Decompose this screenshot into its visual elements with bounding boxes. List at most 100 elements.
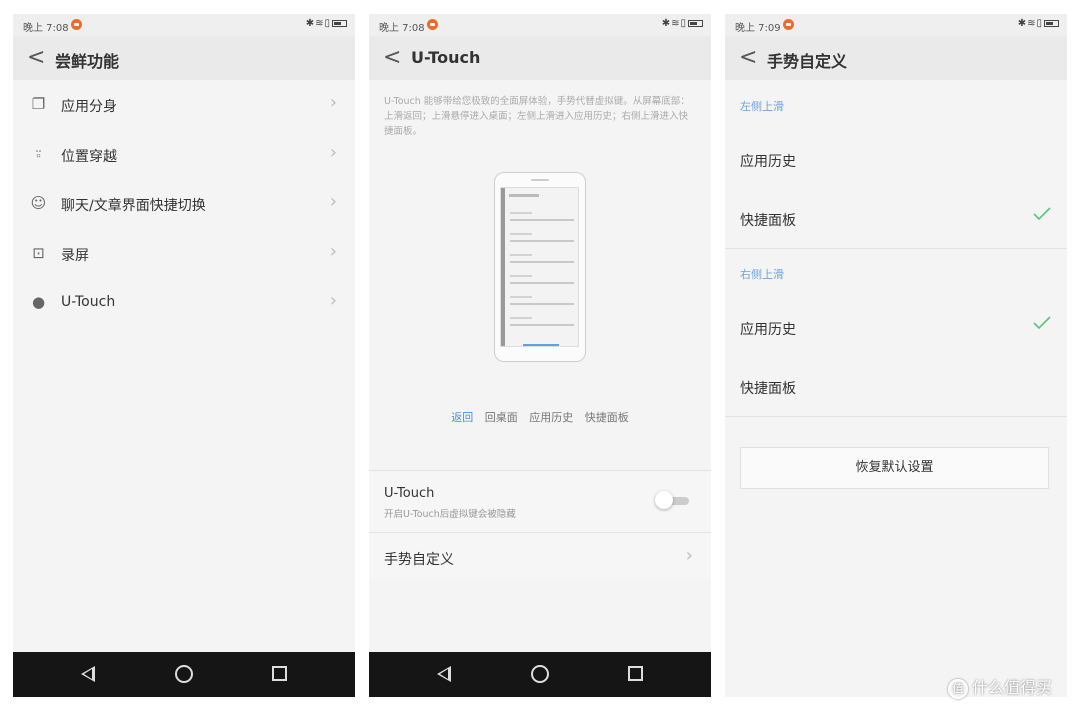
phone-screen	[500, 187, 579, 347]
menu-item-quick-switch[interactable]: ☺ 聊天/文章界面快捷切换 ›	[13, 179, 355, 229]
option-label: 应用历史	[740, 154, 796, 170]
status-time: 晚上 7:08	[23, 23, 69, 34]
chevron-right-icon: ›	[329, 191, 337, 212]
menu-item-label: 聊天/文章界面快捷切换	[61, 198, 206, 214]
phone-gesture-indicator	[523, 344, 559, 346]
phone-line	[510, 233, 532, 235]
screen-fresh-features: 晚上 7:08 ✱≋▯ < 尝鲜功能 ❐ 应用分身 › ⍤ 位置穿越 › ☺ 聊…	[13, 14, 355, 697]
menu-item-utouch[interactable]: ● U-Touch ›	[13, 278, 355, 328]
section-left-swipe: 左侧上滑	[740, 100, 784, 113]
chevron-right-icon: ›	[329, 240, 337, 262]
menu-item-label: 录屏	[61, 247, 89, 264]
utouch-description: U-Touch 能够带给您极致的全面屏体验，手势代替虚拟键。从屏幕底部：上滑返回…	[384, 96, 690, 137]
option-label: 应用历史	[740, 322, 796, 338]
bluetooth-icon: ✱	[305, 18, 316, 29]
chevron-right-icon: ›	[329, 290, 337, 311]
feature-list: ❐ 应用分身 › ⍤ 位置穿越 › ☺ 聊天/文章界面快捷切换 › ⊡ 录屏 ›…	[13, 80, 355, 328]
phone-line	[510, 212, 532, 214]
status-bar: 晚上 7:09 ✱≋▯	[725, 14, 1067, 36]
utouch-toggle-row[interactable]: U-Touch 开启U-Touch后虚拟键会被隐藏	[369, 470, 711, 532]
gesture-custom-label: 手势自定义	[384, 552, 454, 568]
chevron-right-icon: ›	[329, 92, 337, 113]
phone-line	[510, 219, 574, 221]
gesture-back[interactable]: 返回	[451, 411, 473, 424]
utouch-toggle-title: U-Touch	[384, 486, 435, 501]
utouch-toggle-switch[interactable]	[655, 491, 691, 509]
divider	[725, 248, 1067, 249]
phone-edge-bar	[501, 188, 505, 346]
gesture-quick-panel[interactable]: 快捷面板	[585, 411, 629, 424]
notification-icon	[71, 19, 82, 30]
option-left-history[interactable]: 应用历史	[725, 130, 1067, 189]
status-icons: ✱≋▯	[1018, 18, 1059, 29]
nav-recents-icon[interactable]	[628, 666, 643, 681]
navigation-bar	[369, 652, 711, 697]
option-right-history[interactable]: 应用历史	[725, 298, 1067, 357]
nav-recents-icon[interactable]	[272, 666, 287, 681]
page-title: 尝鲜功能	[55, 52, 120, 71]
sim-icon: ▯	[1036, 18, 1043, 29]
status-icons: ✱≋▯	[306, 18, 347, 29]
status-bar: 晚上 7:08 ✱≋▯	[369, 14, 711, 36]
gesture-legend: 返回 回桌面 应用历史 快捷面板	[369, 409, 711, 425]
check-icon	[1033, 316, 1051, 330]
menu-item-label: 应用分身	[61, 99, 117, 115]
phone-line	[510, 275, 532, 277]
section-right-swipe: 右侧上滑	[740, 268, 784, 281]
page-title: U-Touch	[411, 48, 481, 67]
phone-illustration	[494, 172, 586, 362]
battery-icon	[1044, 19, 1059, 27]
sim-icon: ▯	[324, 18, 331, 29]
status-time: 晚上 7:08	[379, 23, 425, 34]
gesture-home[interactable]: 回桌面	[485, 411, 518, 424]
screen-record-icon: ⊡	[32, 243, 45, 262]
chevron-right-icon: ›	[685, 545, 693, 566]
gesture-history[interactable]: 应用历史	[529, 411, 573, 424]
chevron-right-icon: ›	[329, 141, 337, 163]
reset-defaults-button[interactable]: 恢复默认设置	[740, 447, 1049, 489]
screen-utouch: 晚上 7:08 ✱≋▯ < U-Touch U-Touch 能够带给您极致的全面…	[369, 14, 711, 697]
title-bar: < 手势自定义	[725, 36, 1067, 80]
phone-line	[510, 317, 532, 319]
phone-header-bar	[509, 194, 539, 197]
phone-line	[510, 296, 532, 298]
option-left-quick-panel[interactable]: 快捷面板	[725, 189, 1067, 248]
notification-icon	[427, 19, 438, 30]
watermark: 值什么值得买	[948, 674, 1052, 699]
phone-line	[510, 282, 574, 284]
menu-item-label: 位置穿越	[61, 148, 117, 165]
status-time: 晚上 7:09	[735, 23, 781, 34]
nav-back-icon[interactable]	[437, 666, 451, 682]
phone-line	[510, 240, 574, 242]
title-bar: < 尝鲜功能	[13, 36, 355, 80]
nav-home-icon[interactable]	[531, 665, 549, 683]
smile-icon: ☺	[30, 194, 47, 212]
utouch-toggle-subtitle: 开启U-Touch后虚拟键会被隐藏	[384, 509, 516, 520]
smzdm-logo-icon: 值	[948, 678, 968, 699]
nav-back-icon[interactable]	[81, 666, 95, 682]
watermark-text: 什么值得买	[972, 678, 1053, 697]
toggle-knob	[655, 491, 673, 509]
battery-icon	[332, 19, 347, 27]
phone-line	[510, 324, 574, 326]
nav-home-icon[interactable]	[175, 665, 193, 683]
menu-item-app-clone[interactable]: ❐ 应用分身 ›	[13, 80, 355, 130]
option-label: 快捷面板	[740, 381, 796, 397]
battery-icon	[688, 19, 703, 27]
back-icon[interactable]: <	[383, 47, 401, 69]
option-right-quick-panel[interactable]: 快捷面板	[725, 357, 1067, 416]
back-icon[interactable]: <	[739, 47, 757, 69]
notification-icon	[783, 19, 794, 30]
page-title: 手势自定义	[767, 52, 848, 71]
phone-speaker	[531, 179, 549, 181]
gesture-custom-row[interactable]: 手势自定义 ›	[369, 532, 711, 580]
menu-item-screen-record[interactable]: ⊡ 录屏 ›	[13, 229, 355, 279]
back-icon[interactable]: <	[27, 47, 45, 69]
screen-gesture-custom: 晚上 7:09 ✱≋▯ < 手势自定义 左侧上滑 应用历史 快捷面板 右侧上滑 …	[725, 14, 1067, 697]
menu-item-location[interactable]: ⍤ 位置穿越 ›	[13, 130, 355, 180]
bluetooth-icon: ✱	[1017, 18, 1028, 29]
bluetooth-icon: ✱	[661, 18, 672, 29]
dot-icon: ●	[31, 293, 46, 311]
option-label: 快捷面板	[740, 213, 796, 229]
status-bar: 晚上 7:08 ✱≋▯	[13, 14, 355, 36]
